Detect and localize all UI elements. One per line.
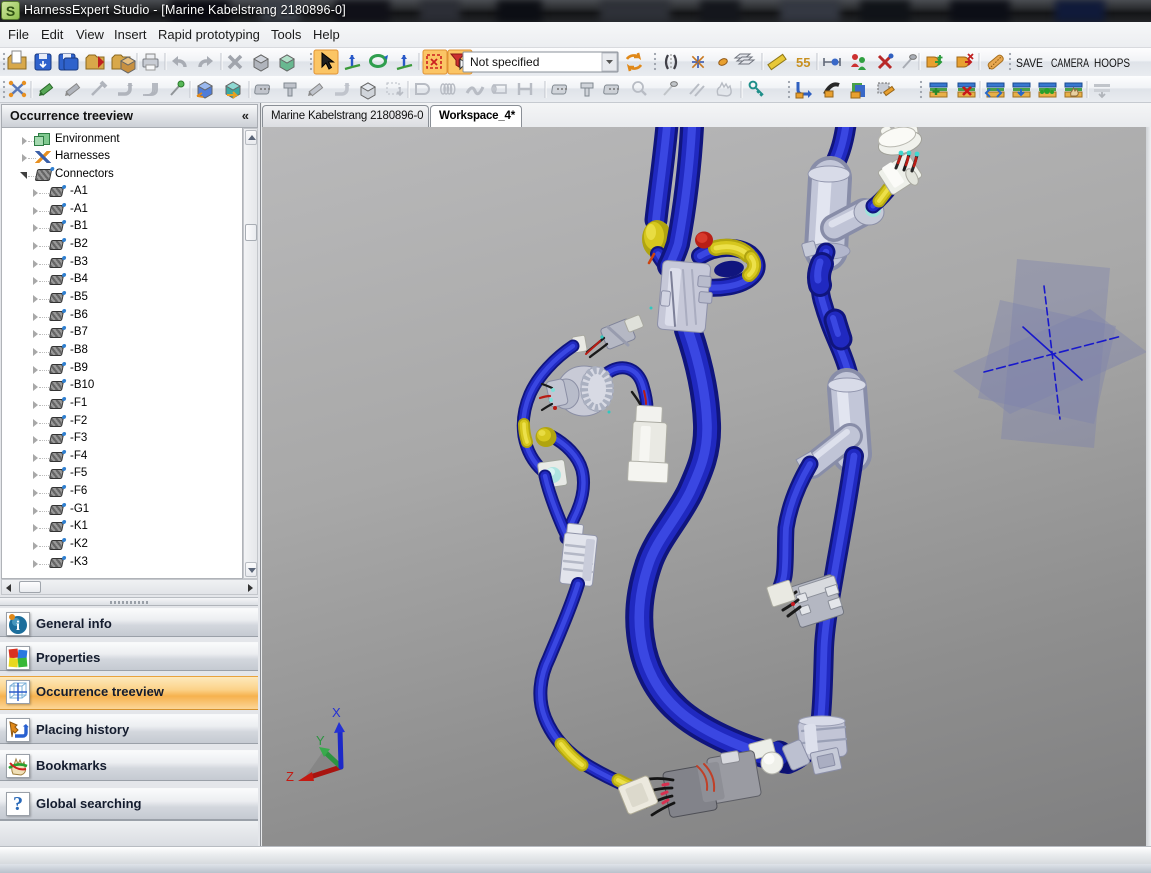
svg-text:CAMERA: CAMERA [1051, 56, 1089, 70]
svg-text:Y: Y [316, 733, 325, 748]
svg-text:55: 55 [796, 55, 810, 70]
svg-text:Not specified: Not specified [470, 55, 539, 69]
svg-text:SAVE: SAVE [1016, 56, 1043, 70]
svg-text:X: X [332, 705, 341, 720]
svg-text:HOOPS: HOOPS [1094, 56, 1130, 70]
svg-text:Z: Z [286, 769, 294, 784]
svg-text:i: i [16, 619, 20, 634]
svg-text:?: ? [13, 793, 23, 815]
